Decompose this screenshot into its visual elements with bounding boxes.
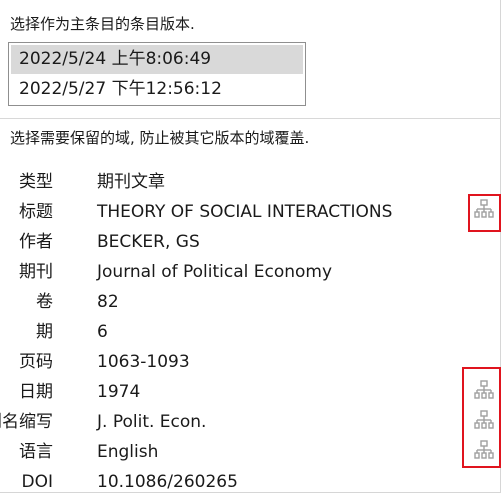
field-version-selector-icon[interactable] (474, 409, 494, 431)
field-value: 1974 (97, 382, 141, 402)
choose-version-instruction: 选择作为主条目的条目版本. (10, 15, 195, 33)
field-label: 作者 (19, 232, 53, 252)
field-label: DOI (21, 472, 54, 492)
version-item[interactable]: 2022/5/27 下午12:56:12 (11, 75, 303, 104)
field-value: 期刊文章 (97, 172, 165, 192)
field-row: 标题 THEORY OF SOCIAL INTERACTIONS (0, 197, 470, 227)
field-row: 类型 期刊文章 (0, 167, 470, 197)
field-label: 期 (36, 322, 53, 342)
field-value: English (97, 442, 159, 462)
field-value: 10.1086/260265 (97, 472, 238, 492)
field-label: 页码 (19, 352, 53, 372)
field-value: BECKER, GS (97, 232, 200, 252)
field-label: 卷 (36, 292, 53, 312)
version-list[interactable]: 2022/5/24 上午8:06:49 2022/5/27 下午12:56:12 (8, 42, 306, 106)
field-row: DOI 10.1086/260265 (0, 467, 470, 497)
field-value: Journal of Political Economy (97, 262, 333, 282)
field-value: THEORY OF SOCIAL INTERACTIONS (97, 202, 393, 222)
field-label: 日期 (19, 382, 53, 402)
field-row: 语言 English (0, 437, 470, 467)
field-label: 标题 (19, 202, 53, 222)
field-row: 刊名缩写 J. Polit. Econ. (0, 407, 470, 437)
field-row: 日期 1974 (0, 377, 470, 407)
field-label: 期刊 (19, 262, 53, 282)
field-version-selector-icon[interactable] (474, 379, 494, 401)
field-label: 刊名缩写 (0, 412, 53, 432)
field-label: 语言 (19, 442, 53, 462)
field-value: J. Polit. Econ. (97, 412, 207, 432)
version-item[interactable]: 2022/5/24 上午8:06:49 (11, 45, 303, 74)
field-value: 82 (97, 292, 119, 312)
field-label: 类型 (19, 172, 53, 192)
field-row: 页码 1063-1093 (0, 347, 470, 377)
field-row: 卷 82 (0, 287, 470, 317)
field-version-selector-icon[interactable] (474, 439, 494, 461)
field-row: 期刊 Journal of Political Economy (0, 257, 470, 287)
field-value: 6 (97, 322, 108, 342)
field-value: 1063-1093 (97, 352, 190, 372)
choose-fields-instruction: 选择需要保留的域, 防止被其它版本的域覆盖. (10, 129, 310, 147)
section-divider (0, 118, 501, 119)
field-row: 作者 BECKER, GS (0, 227, 470, 257)
field-row: 期6 (0, 317, 470, 347)
field-version-selector-icon[interactable] (474, 198, 494, 220)
